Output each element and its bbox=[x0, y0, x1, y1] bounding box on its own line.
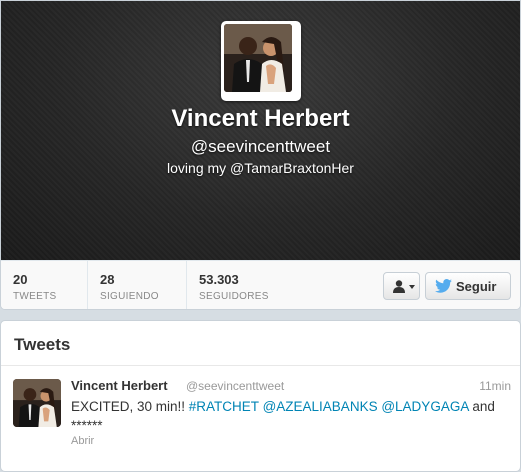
tweet-mention[interactable]: @LADYGAGA bbox=[381, 399, 468, 414]
stat-following-value: 28 bbox=[100, 272, 115, 287]
follow-button-label: Seguir bbox=[456, 279, 497, 294]
tweet-text-part: ****** bbox=[71, 418, 103, 427]
tweet-timestamp[interactable]: 11min bbox=[479, 379, 511, 393]
stat-tweets-value: 20 bbox=[13, 272, 28, 287]
profile-header: Vincent Herbert @seevincenttweet loving … bbox=[1, 1, 520, 260]
profile-avatar[interactable] bbox=[221, 21, 301, 101]
tweet-text-part: and bbox=[468, 399, 495, 414]
tweet-hashtag[interactable]: #RATCHET bbox=[189, 399, 259, 414]
profile-handle: @seevincenttweet bbox=[190, 137, 331, 156]
chevron-down-icon bbox=[409, 285, 415, 289]
stat-followers-label: SEGUIDORES bbox=[199, 291, 269, 302]
tweets-card: Tweets Vincent Herbert @seevincenttweet … bbox=[0, 320, 521, 472]
tweet-mention[interactable]: @AZEALIABANKS bbox=[263, 399, 378, 414]
user-actions-button[interactable] bbox=[383, 272, 420, 300]
tweet-text: EXCITED, 30 min!! #RATCHET @AZEALIABANKS… bbox=[71, 397, 511, 427]
tweet-text-part: EXCITED, 30 min!! bbox=[71, 399, 189, 414]
stat-tweets[interactable]: 20 TWEETS bbox=[1, 261, 88, 309]
twitter-bird-icon bbox=[435, 279, 452, 293]
tweets-section-title: Tweets bbox=[14, 335, 71, 354]
stat-following[interactable]: 28 SIGUIENDO bbox=[88, 261, 187, 309]
stats-bar: 20 TWEETS 28 SIGUIENDO 53.303 SEGUIDORES… bbox=[1, 260, 520, 309]
avatar-photo-icon bbox=[224, 24, 292, 92]
profile-bio: loving my @TamarBraxtonHer bbox=[167, 160, 354, 176]
person-icon bbox=[393, 280, 405, 293]
stat-following-label: SIGUIENDO bbox=[100, 291, 159, 302]
tweet-author-name[interactable]: Vincent Herbert bbox=[71, 378, 168, 393]
divider bbox=[1, 365, 520, 366]
stat-followers[interactable]: 53.303 SEGUIDORES bbox=[187, 261, 317, 309]
stat-followers-value: 53.303 bbox=[199, 272, 239, 287]
tweet-open-link[interactable]: Abrir bbox=[71, 435, 94, 447]
tweet-avatar[interactable] bbox=[13, 379, 61, 427]
tweet-author-handle[interactable]: @seevincenttweet bbox=[186, 379, 284, 393]
follow-button[interactable]: Seguir bbox=[425, 272, 511, 300]
profile-card: Vincent Herbert @seevincenttweet loving … bbox=[0, 0, 521, 310]
avatar-photo-icon bbox=[13, 379, 61, 427]
stat-tweets-label: TWEETS bbox=[13, 291, 57, 302]
profile-name: Vincent Herbert bbox=[171, 105, 350, 132]
